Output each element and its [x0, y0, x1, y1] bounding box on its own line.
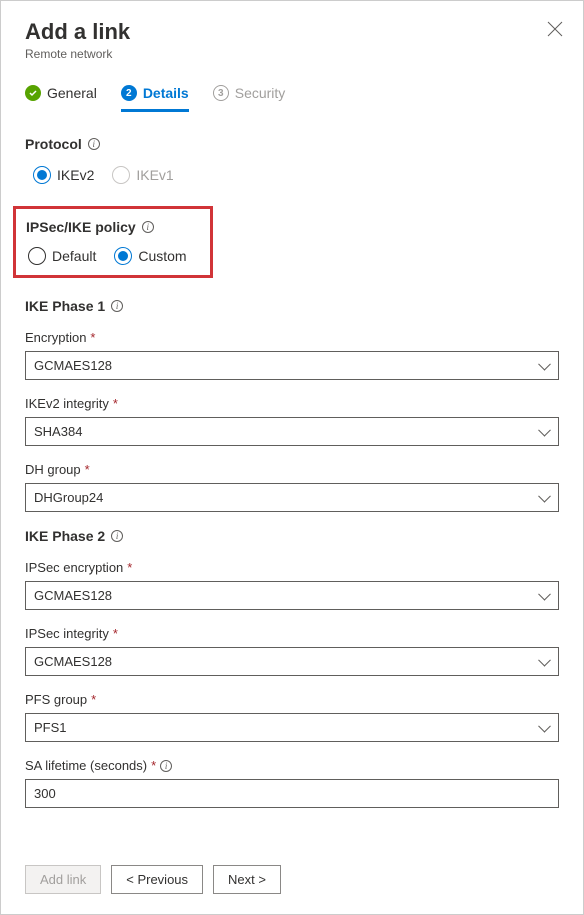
encryption-label: Encryption * — [25, 330, 559, 345]
radio-ikev1: IKEv1 — [112, 166, 173, 184]
previous-button[interactable]: < Previous — [111, 865, 203, 894]
required-asterisk: * — [90, 330, 95, 345]
label-text: SA lifetime (seconds) — [25, 758, 147, 773]
panel-title: Add a link — [25, 19, 559, 45]
tab-details[interactable]: 2 Details — [121, 77, 189, 111]
sa-lifetime-input[interactable] — [25, 779, 559, 808]
info-icon[interactable]: i — [88, 138, 100, 150]
sa-lifetime-label: SA lifetime (seconds) * i — [25, 758, 559, 773]
encryption-select[interactable]: GCMAES128 — [25, 351, 559, 380]
close-button[interactable] — [547, 21, 563, 37]
phase-title-text: IKE Phase 1 — [25, 298, 105, 314]
radio-circle-icon — [112, 166, 130, 184]
panel-subtitle: Remote network — [25, 47, 559, 61]
label-text: DH group — [25, 462, 81, 477]
panel-header: Add a link Remote network — [1, 1, 583, 71]
pfs-group-label: PFS group * — [25, 692, 559, 707]
required-asterisk: * — [113, 396, 118, 411]
close-icon — [547, 21, 563, 37]
radio-label: IKEv2 — [57, 167, 94, 183]
label-text: IKEv2 integrity — [25, 396, 109, 411]
panel-footer: Add link < Previous Next > — [1, 851, 583, 914]
phase-title-text: IKE Phase 2 — [25, 528, 105, 544]
radio-label: Custom — [138, 248, 186, 264]
ipsec-encryption-select[interactable]: GCMAES128 — [25, 581, 559, 610]
info-icon[interactable]: i — [142, 221, 154, 233]
section-title-text: IPSec/IKE policy — [26, 219, 136, 235]
pfs-group-select[interactable]: PFS1 — [25, 713, 559, 742]
tab-general[interactable]: General — [25, 77, 97, 111]
radio-label: Default — [52, 248, 96, 264]
label-text: Encryption — [25, 330, 86, 345]
required-asterisk: * — [127, 560, 132, 575]
dhgroup-label: DH group * — [25, 462, 559, 477]
tab-security[interactable]: 3 Security — [213, 77, 286, 111]
radio-label: IKEv1 — [136, 167, 173, 183]
policy-section-label: IPSec/IKE policy i — [26, 219, 200, 235]
required-asterisk: * — [151, 758, 156, 773]
info-icon[interactable]: i — [160, 760, 172, 772]
required-asterisk: * — [85, 462, 90, 477]
section-title-text: Protocol — [25, 136, 82, 152]
ipsec-integrity-label: IPSec integrity * — [25, 626, 559, 641]
ipsec-integrity-select[interactable]: GCMAES128 — [25, 647, 559, 676]
policy-radio-group: Default Custom — [26, 247, 200, 265]
radio-circle-icon — [28, 247, 46, 265]
ipsec-encryption-label: IPSec encryption * — [25, 560, 559, 575]
ike-phase1-title: IKE Phase 1 i — [25, 298, 559, 314]
radio-circle-icon — [114, 247, 132, 265]
ikev2-integrity-label: IKEv2 integrity * — [25, 396, 559, 411]
checkmark-icon — [25, 85, 41, 101]
ike-phase2-title: IKE Phase 2 i — [25, 528, 559, 544]
tab-label: General — [47, 85, 97, 101]
step-number-icon: 2 — [121, 85, 137, 101]
wizard-tabs: General 2 Details 3 Security — [1, 71, 583, 112]
ipsec-policy-highlight: IPSec/IKE policy i Default Custom — [13, 206, 213, 278]
step-number-icon: 3 — [213, 85, 229, 101]
required-asterisk: * — [113, 626, 118, 641]
add-link-button: Add link — [25, 865, 101, 894]
label-text: IPSec encryption — [25, 560, 123, 575]
radio-circle-icon — [33, 166, 51, 184]
info-icon[interactable]: i — [111, 300, 123, 312]
tab-label: Security — [235, 85, 286, 101]
radio-default[interactable]: Default — [28, 247, 96, 265]
protocol-section-label: Protocol i — [25, 136, 559, 152]
next-button[interactable]: Next > — [213, 865, 281, 894]
required-asterisk: * — [91, 692, 96, 707]
add-link-panel: Add a link Remote network General 2 Deta… — [0, 0, 584, 915]
protocol-radio-group: IKEv2 IKEv1 — [25, 166, 559, 184]
panel-body: Protocol i IKEv2 IKEv1 IPSec/IKE policy … — [1, 112, 583, 851]
label-text: PFS group — [25, 692, 87, 707]
tab-label: Details — [143, 85, 189, 101]
ikev2-integrity-select[interactable]: SHA384 — [25, 417, 559, 446]
info-icon[interactable]: i — [111, 530, 123, 542]
dhgroup-select[interactable]: DHGroup24 — [25, 483, 559, 512]
radio-custom[interactable]: Custom — [114, 247, 186, 265]
radio-ikev2[interactable]: IKEv2 — [33, 166, 94, 184]
label-text: IPSec integrity — [25, 626, 109, 641]
